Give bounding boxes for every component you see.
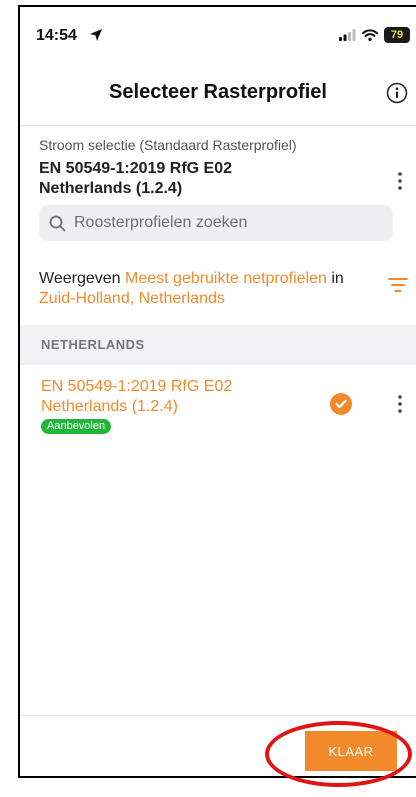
status-icons: 79	[339, 27, 410, 43]
current-profile-name: EN 50549-1:2019 RfG E02 Netherlands (1.2…	[39, 159, 359, 199]
section-header-label: NETHERLANDS	[41, 337, 145, 352]
info-icon[interactable]	[386, 82, 408, 104]
status-bar: 14:54 79	[20, 7, 416, 63]
search-input[interactable]	[72, 213, 376, 233]
profile-name[interactable]: EN 50549-1:2019 RfG E02 Netherlands (1.2…	[41, 377, 301, 417]
nav-bar: Selecteer Rasterprofiel	[20, 63, 416, 125]
current-profile-name-line2: Netherlands (1.2.4)	[39, 180, 183, 197]
battery-icon: 79	[384, 27, 410, 43]
recommended-badge: Aanbevolen	[41, 419, 112, 434]
search-bar[interactable]	[39, 205, 393, 241]
kebab-menu-icon	[398, 395, 402, 413]
footer-divider	[20, 715, 416, 716]
signal-icon	[339, 29, 356, 41]
filter-description: Weergeven Meest gebruikte netprofielen i…	[39, 269, 374, 309]
search-icon	[49, 215, 66, 231]
check-circle-icon	[330, 393, 352, 415]
filter-icon[interactable]	[388, 277, 408, 293]
page-title: Selecteer Rasterprofiel	[109, 81, 327, 103]
profile-name-line1: EN 50549-1:2019 RfG E02	[41, 378, 233, 395]
wifi-icon	[362, 29, 378, 41]
annotation-ellipse	[265, 721, 412, 787]
filter-region-link[interactable]: Zuid-Holland, Netherlands	[39, 290, 225, 307]
location-arrow-icon	[90, 29, 102, 41]
profile-name-line2: Netherlands (1.2.4)	[41, 398, 178, 415]
header-divider	[20, 125, 416, 126]
phone-frame: 14:54 79 Selecteer Rasterprofiel Stroom …	[18, 5, 416, 778]
current-profile-menu-button[interactable]	[390, 169, 410, 193]
kebab-menu-icon	[398, 172, 402, 190]
current-selection-label: Stroom selectie (Standaard Rasterprofiel…	[39, 137, 297, 153]
status-time: 14:54	[36, 27, 77, 44]
section-header: NETHERLANDS	[20, 325, 416, 365]
filter-scope-link[interactable]: Meest gebruikte netprofielen	[125, 270, 327, 287]
current-profile-name-line1: EN 50549-1:2019 RfG E02	[39, 160, 232, 177]
filter-in-word: in	[331, 270, 344, 287]
filter-prefix: Weergeven	[39, 270, 121, 287]
profile-menu-button[interactable]	[390, 392, 410, 416]
